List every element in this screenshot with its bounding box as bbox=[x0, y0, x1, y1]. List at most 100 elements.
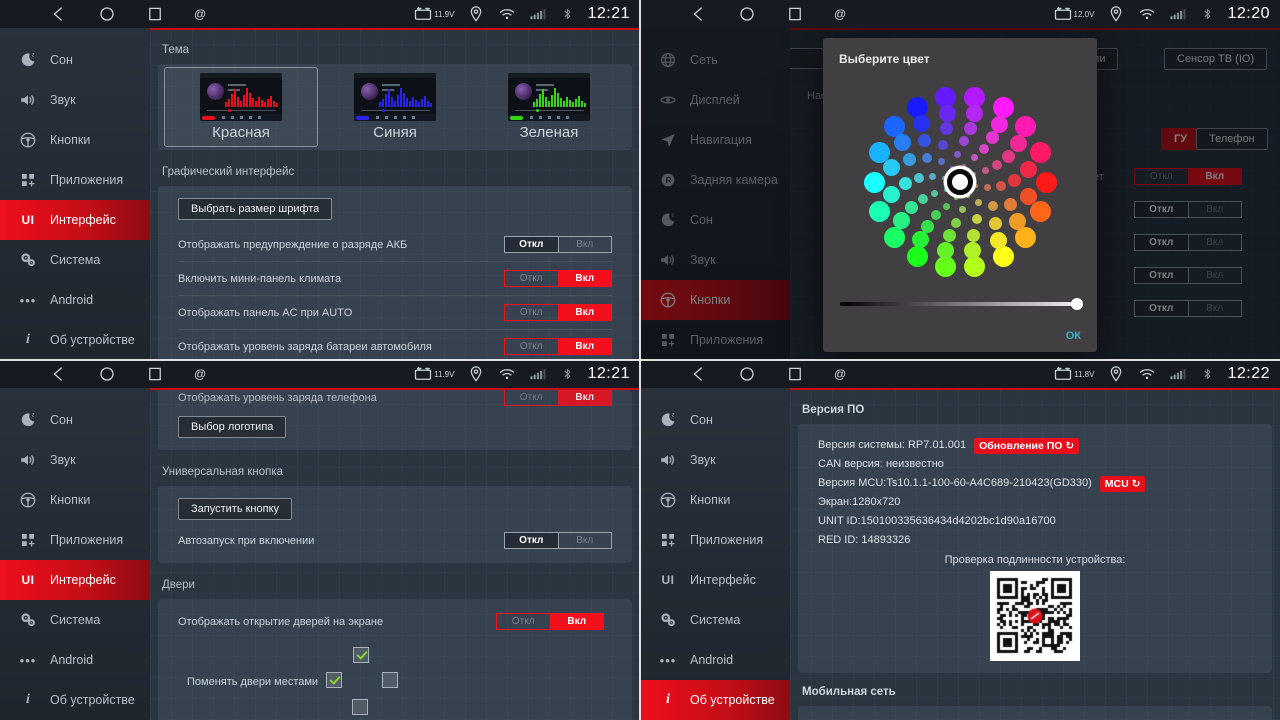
recents-icon[interactable] bbox=[786, 365, 804, 383]
color-dot[interactable] bbox=[954, 151, 961, 158]
door-checkbox-top[interactable] bbox=[353, 647, 369, 663]
toggle-on[interactable]: ОтклВкл bbox=[504, 338, 612, 355]
color-dot[interactable] bbox=[993, 246, 1014, 267]
color-selector-ring[interactable] bbox=[947, 169, 973, 195]
color-dot[interactable] bbox=[942, 176, 947, 181]
color-dot[interactable] bbox=[893, 212, 910, 229]
update-badge[interactable]: MCU ↻ bbox=[1100, 476, 1146, 492]
sidebar-item-info[interactable]: iОб устройстве bbox=[0, 320, 150, 360]
color-dot[interactable] bbox=[972, 214, 982, 224]
color-dot[interactable] bbox=[914, 173, 924, 183]
color-dot[interactable] bbox=[905, 201, 918, 214]
toggle-off-option[interactable]: Откл bbox=[505, 390, 559, 405]
color-dot[interactable] bbox=[975, 199, 982, 206]
color-dot[interactable] bbox=[938, 158, 945, 165]
toggle-off-option[interactable]: Откл bbox=[505, 305, 559, 320]
door-checkbox-right[interactable] bbox=[382, 672, 398, 688]
color-dot[interactable] bbox=[921, 220, 934, 233]
color-dot[interactable] bbox=[979, 144, 989, 154]
sidebar-item-speaker[interactable]: Звук bbox=[0, 440, 150, 480]
color-dot[interactable] bbox=[912, 231, 929, 248]
color-dot[interactable] bbox=[989, 217, 1002, 230]
door-checkbox-bottom[interactable] bbox=[352, 699, 368, 715]
color-dot[interactable] bbox=[869, 201, 890, 222]
sidebar-item-apps[interactable]: Приложения bbox=[640, 520, 790, 560]
color-dot[interactable] bbox=[884, 227, 905, 248]
color-dot[interactable] bbox=[1030, 142, 1051, 163]
color-dot[interactable] bbox=[922, 153, 932, 163]
back-icon[interactable] bbox=[690, 5, 708, 23]
color-dot[interactable] bbox=[986, 131, 999, 144]
color-dot[interactable] bbox=[918, 194, 928, 204]
toggle-on-option[interactable]: Вкл bbox=[559, 271, 612, 286]
color-dot[interactable] bbox=[903, 153, 916, 166]
color-dot[interactable] bbox=[899, 177, 912, 190]
color-dot[interactable] bbox=[1004, 198, 1017, 211]
app-circle-icon[interactable]: @ bbox=[834, 7, 846, 21]
color-dot[interactable] bbox=[883, 159, 900, 176]
sidebar-item-gears[interactable]: Система bbox=[640, 600, 790, 640]
sidebar-item-info[interactable]: iОб устройстве bbox=[640, 680, 790, 720]
sidebar-item-moon[interactable]: zСон bbox=[640, 400, 790, 440]
sidebar-item-speaker[interactable]: Звук bbox=[0, 80, 150, 120]
color-dot[interactable] bbox=[939, 105, 956, 122]
ok-button[interactable]: ОК bbox=[1066, 330, 1081, 342]
sidebar-item-steering[interactable]: Кнопки bbox=[640, 480, 790, 520]
color-dot[interactable] bbox=[966, 194, 971, 199]
sidebar-item-moon[interactable]: zСон bbox=[0, 400, 150, 440]
color-dot[interactable] bbox=[931, 210, 941, 220]
color-dot[interactable] bbox=[982, 167, 989, 174]
brightness-slider[interactable] bbox=[840, 302, 1080, 306]
toggle-on-option[interactable]: Вкл bbox=[559, 390, 612, 405]
sidebar-item-moon[interactable]: zСон bbox=[0, 40, 150, 80]
sidebar-item-gears[interactable]: Система bbox=[0, 600, 150, 640]
color-dot[interactable] bbox=[973, 184, 978, 189]
color-dot[interactable] bbox=[954, 195, 959, 200]
color-dot[interactable] bbox=[959, 136, 969, 146]
back-icon[interactable] bbox=[690, 365, 708, 383]
theme-card-2[interactable]: Синяя bbox=[318, 67, 472, 147]
sidebar-item-gears[interactable]: Система bbox=[0, 240, 150, 280]
toggle-off-option[interactable]: Откл bbox=[505, 271, 559, 286]
color-dot[interactable] bbox=[938, 140, 948, 150]
toggle-on[interactable]: ОтклВкл bbox=[504, 304, 612, 321]
color-dot[interactable] bbox=[931, 190, 938, 197]
color-dot[interactable] bbox=[990, 232, 1007, 249]
update-badge[interactable]: Обновление ПО ↻ bbox=[974, 438, 1079, 454]
toggle-on-option[interactable]: Вкл bbox=[559, 237, 612, 252]
toggle-off-option[interactable]: Откл bbox=[505, 339, 559, 354]
color-dot[interactable] bbox=[988, 201, 998, 211]
color-dot[interactable] bbox=[959, 206, 966, 213]
font-size-button[interactable]: Выбрать размер шрифта bbox=[178, 198, 332, 220]
toggle-off-option[interactable]: Откл bbox=[497, 614, 551, 629]
sidebar-item-speaker[interactable]: Звук bbox=[640, 440, 790, 480]
sidebar-item-dots[interactable]: •••Android bbox=[640, 640, 790, 680]
toggle-off-option[interactable]: Откл bbox=[505, 533, 559, 548]
sidebar-item-dots[interactable]: •••Android bbox=[0, 640, 150, 680]
home-icon[interactable] bbox=[738, 5, 756, 23]
color-dot[interactable] bbox=[964, 122, 977, 135]
color-dot[interactable] bbox=[937, 242, 954, 259]
theme-card-3[interactable]: Зеленая bbox=[472, 67, 626, 147]
color-dot[interactable] bbox=[907, 246, 928, 267]
color-dot[interactable] bbox=[913, 115, 930, 132]
toggle-on[interactable]: ОтклВкл bbox=[496, 613, 604, 630]
color-dot[interactable] bbox=[992, 160, 1002, 170]
color-dot[interactable] bbox=[943, 229, 956, 242]
run-button[interactable]: Запустить кнопку bbox=[178, 498, 292, 520]
color-dot[interactable] bbox=[951, 218, 961, 228]
color-dot[interactable] bbox=[966, 105, 983, 122]
toggle-off[interactable]: ОтклВкл bbox=[504, 532, 612, 549]
app-circle-icon[interactable]: @ bbox=[834, 367, 846, 381]
color-dot[interactable] bbox=[935, 256, 956, 277]
recents-icon[interactable] bbox=[146, 365, 164, 383]
back-icon[interactable] bbox=[50, 365, 68, 383]
color-dot[interactable] bbox=[883, 186, 900, 203]
sidebar-item-steering[interactable]: Кнопки bbox=[0, 120, 150, 160]
home-icon[interactable] bbox=[98, 5, 116, 23]
color-dot[interactable] bbox=[964, 256, 985, 277]
recents-icon[interactable] bbox=[146, 5, 164, 23]
color-dot[interactable] bbox=[993, 97, 1014, 118]
color-dot[interactable] bbox=[943, 203, 950, 210]
color-dot[interactable] bbox=[1015, 116, 1036, 137]
